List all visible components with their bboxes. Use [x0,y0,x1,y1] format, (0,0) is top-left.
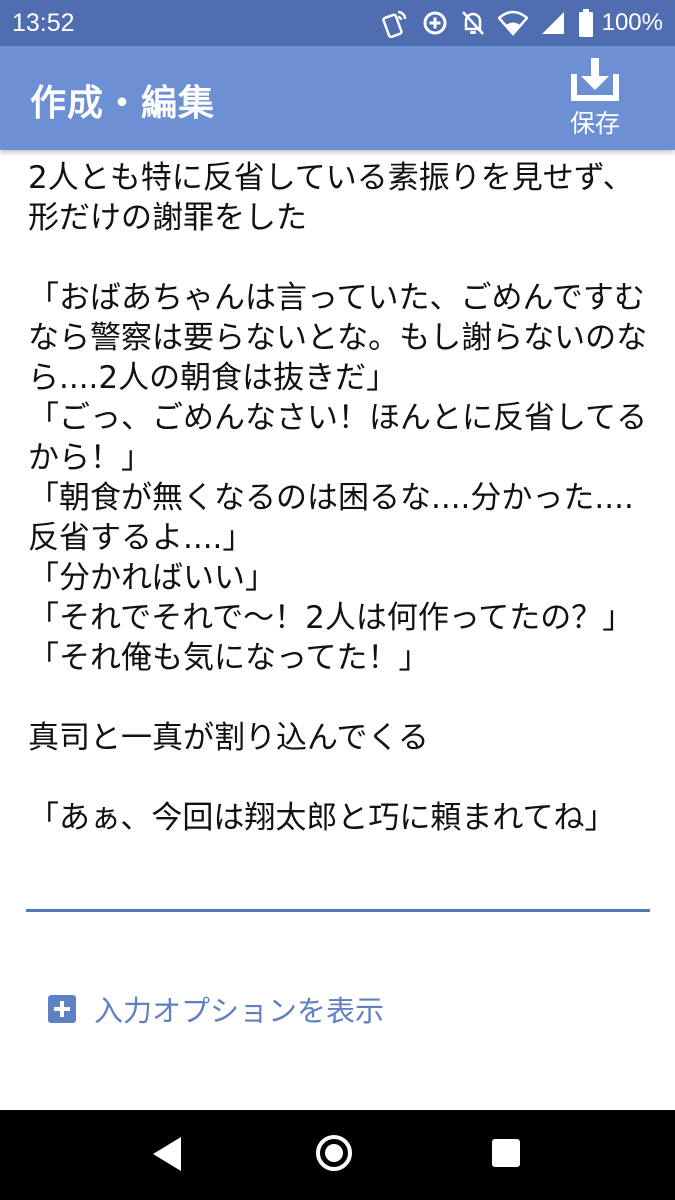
text-editor[interactable]: 2人とも特に反省している素振りを見せず、形だけの謝罪をした 「おばあちゃんは言っ… [28,158,648,838]
nfc-phone-icon [381,10,406,38]
save-label: 保存 [569,109,620,138]
page-title: 作成・編集 [30,83,216,124]
recents-icon[interactable] [492,1139,520,1167]
save-button[interactable]: 保存 [563,56,627,142]
battery-icon [578,9,593,37]
app-bar: 作成・編集 保存 [0,46,675,150]
show-input-options-label: 入力オプションを表示 [94,994,385,1028]
navigation-bar [0,1110,675,1200]
show-input-options-button[interactable]: 入力オプションを表示 [48,988,384,1030]
status-time: 13:52 [12,8,75,37]
back-icon[interactable] [153,1137,181,1171]
wifi-icon [497,10,528,36]
editor-underline [26,909,650,912]
home-icon[interactable] [316,1135,352,1171]
battery-percentage: 100% [601,9,663,36]
bell-off-icon [461,11,484,35]
download-tray-icon [571,58,619,101]
plus-icon [48,995,76,1023]
data-saver-icon [423,11,447,35]
status-bar: 13:52 100% [0,0,675,46]
signal-icon [541,12,564,34]
status-icons: 100% [380,8,663,38]
